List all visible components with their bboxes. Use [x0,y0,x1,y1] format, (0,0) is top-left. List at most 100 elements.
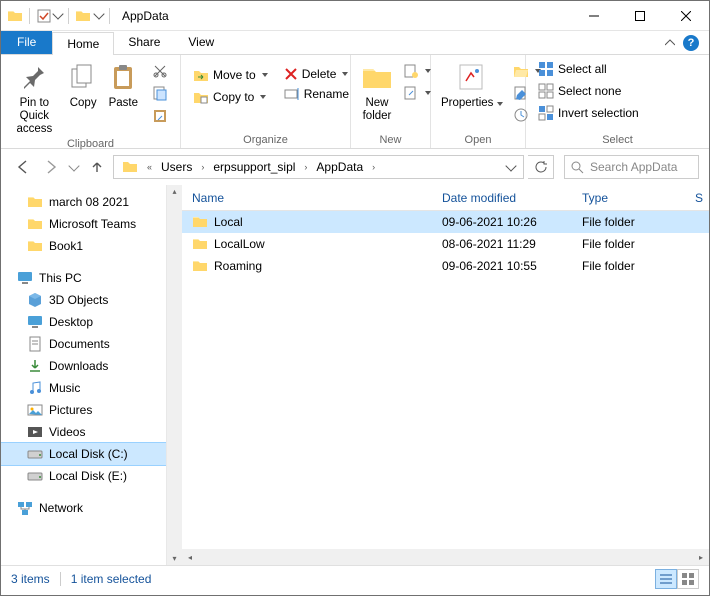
sidebar-item-network[interactable]: Network [1,497,166,519]
file-type: File folder [582,259,709,273]
pin-to-quick-access-button[interactable]: Pin to Quick access [5,57,64,136]
search-icon [571,161,584,174]
thumbnails-view-button[interactable] [677,569,699,589]
breadcrumb-appdata[interactable]: AppData [310,156,369,178]
move-to-button[interactable]: Move to [187,65,274,85]
sidebar-item[interactable]: march 08 2021 [1,191,166,213]
sidebar-scrollbar[interactable] [166,185,182,565]
breadcrumb-users[interactable]: Users [155,156,198,178]
videos-icon [27,424,43,440]
file-name: LocalLow [214,237,265,251]
title-dropdown-icon[interactable] [93,8,104,19]
copy-path-button[interactable] [146,83,174,103]
breadcrumb-sep[interactable]: › [369,162,378,172]
maximize-button[interactable] [617,1,663,31]
invert-selection-button[interactable]: Invert selection [532,103,645,123]
content-area: march 08 2021Microsoft TeamsBook1 This PC… [1,185,709,565]
address-dropdown[interactable] [501,156,521,178]
file-row[interactable]: Local09-06-2021 10:26File folder [182,211,709,233]
sidebar-item-thispc[interactable]: This PC [1,267,166,289]
select-all-button[interactable]: Select all [532,59,645,79]
file-row[interactable]: Roaming 09-06-2021 10:55File folder [182,255,709,277]
sidebar-item[interactable]: Pictures [1,399,166,421]
file-date: 09-06-2021 10:55 [442,259,582,273]
search-box[interactable]: Search AppData [564,155,699,179]
horizontal-scrollbar[interactable]: ◂▸ [182,549,709,565]
breadcrumb-sep[interactable]: › [198,162,207,172]
close-button[interactable] [663,1,709,31]
details-view-button[interactable] [655,569,677,589]
delete-button[interactable]: Delete [278,65,355,83]
tab-share[interactable]: Share [114,31,174,54]
help-icon[interactable]: ? [683,35,699,51]
pin-icon [20,63,48,91]
tab-home[interactable]: Home [52,32,114,55]
breadcrumb-sep[interactable]: « [144,162,155,172]
breadcrumb-user[interactable]: erpsupport_sipl [207,156,301,178]
ribbon: Pin to Quick access Copy Paste Clipboard… [1,55,709,149]
file-row[interactable]: LocalLow08-06-2021 11:29File folder [182,233,709,255]
sidebar-item[interactable]: Local Disk (E:) [1,465,166,487]
navigation-pane[interactable]: march 08 2021Microsoft TeamsBook1 This PC… [1,185,166,565]
refresh-button[interactable] [528,155,554,179]
checkbox-icon[interactable] [36,8,52,24]
sidebar-label: Desktop [49,315,93,329]
sidebar-item[interactable]: Documents [1,333,166,355]
paste-shortcut-button[interactable] [146,105,174,125]
new-item-button[interactable] [401,61,433,81]
desktop-icon [27,314,43,330]
search-placeholder: Search AppData [590,160,677,174]
file-name: Roaming [214,259,262,273]
up-button[interactable] [85,155,109,179]
group-label-open: Open [431,134,525,148]
address-bar[interactable]: « Users › erpsupport_sipl › AppData › [113,155,524,179]
cut-button[interactable] [146,61,174,81]
new-item-icon [403,63,419,79]
properties-button[interactable]: Properties [435,57,509,110]
rename-button[interactable]: Rename [278,85,355,103]
copy-to-button[interactable]: Copy to [187,87,274,107]
ribbon-collapse-icon[interactable] [665,38,675,48]
sidebar-item[interactable]: Downloads [1,355,166,377]
tab-view[interactable]: View [174,31,228,54]
sidebar-label: Local Disk (E:) [49,469,127,483]
folder-move-icon [193,67,209,83]
paste-button[interactable]: Paste [103,57,144,110]
folder-copy-icon [193,89,209,105]
sidebar-item[interactable]: Music [1,377,166,399]
easy-access-button[interactable] [401,83,433,103]
file-date: 09-06-2021 10:26 [442,215,582,229]
select-none-button[interactable]: Select none [532,81,645,101]
tab-file[interactable]: File [1,31,52,54]
back-button[interactable] [11,155,35,179]
col-size[interactable]: S [695,191,709,205]
col-type[interactable]: Type [582,191,695,205]
folder-icon [192,236,208,252]
qat-dropdown-icon[interactable] [52,8,63,19]
copy-icon [70,63,96,91]
sidebar-item[interactable]: Microsoft Teams [1,213,166,235]
status-bar: 3 items 1 item selected [1,565,709,591]
sidebar-item[interactable]: Book1 [1,235,166,257]
sidebar-item[interactable]: Videos [1,421,166,443]
copy-button[interactable]: Copy [64,57,103,110]
pictures-icon [27,402,43,418]
breadcrumb-sep[interactable]: › [301,162,310,172]
scissors-icon [152,63,168,79]
col-name[interactable]: Name [192,191,442,205]
group-label-select: Select [526,134,709,148]
new-folder-button[interactable]: New folder [355,57,399,123]
documents-icon [27,336,43,352]
folder-icon [27,238,43,254]
group-label-new: New [351,134,430,148]
column-headers[interactable]: Name Date modified Type S [182,185,709,211]
file-list[interactable]: Local09-06-2021 10:26File folderLocalLow… [182,211,709,549]
new-folder-icon [361,63,393,91]
sidebar-item[interactable]: Local Disk (C:) [1,443,166,465]
col-date[interactable]: Date modified [442,191,582,205]
minimize-button[interactable] [571,1,617,31]
recent-locations-button[interactable] [67,155,81,179]
sidebar-item[interactable]: Desktop [1,311,166,333]
sidebar-item[interactable]: 3D Objects [1,289,166,311]
forward-button[interactable] [39,155,63,179]
